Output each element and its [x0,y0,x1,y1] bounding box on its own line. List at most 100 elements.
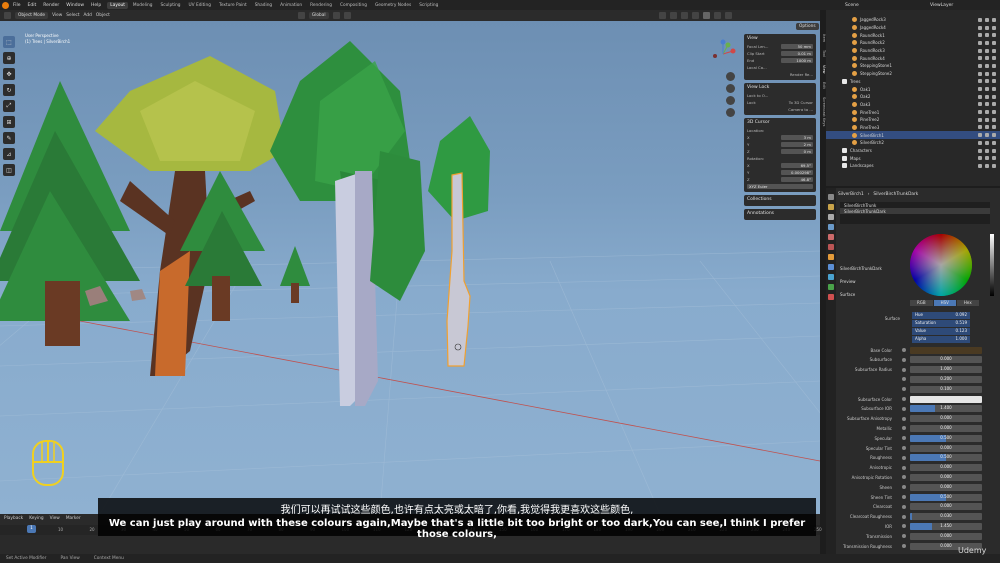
checkbox-icon[interactable] [978,25,982,30]
param-value-field[interactable]: 0.100 [910,385,982,393]
checkbox-icon[interactable] [978,117,982,122]
camera-icon[interactable] [992,25,996,30]
particles-tab-icon[interactable] [828,274,834,280]
socket-icon[interactable] [902,514,906,519]
cursor-y-field[interactable]: 2 m [781,142,813,147]
eye-icon[interactable] [985,133,989,138]
camera-icon[interactable] [992,71,996,76]
outliner-row[interactable]: JaggedRock3 [826,16,1000,24]
socket-icon[interactable] [902,357,906,362]
param-value-field[interactable]: 0.000 [910,444,982,452]
output-tab-icon[interactable] [828,214,834,220]
annotate-tool[interactable]: ✎ [3,132,15,144]
scene-tab-icon[interactable] [828,234,834,240]
eye-icon[interactable] [985,110,989,115]
checkbox-icon[interactable] [978,63,982,68]
eye-icon[interactable] [985,140,989,145]
timeline-menu-keying[interactable]: Keying [29,516,43,521]
camera-icon[interactable] [992,94,996,99]
outliner-row[interactable]: Oak3 [826,101,1000,109]
view-menu[interactable]: View [52,13,62,18]
rotation-mode-dropdown[interactable]: XYZ Euler [747,184,813,189]
eye-icon[interactable] [985,125,989,130]
outliner-row[interactable]: SilverBirch1 [826,131,1000,139]
tab-tool[interactable]: Tool [818,50,826,57]
eye-icon[interactable] [985,79,989,84]
eye-icon[interactable] [985,17,989,22]
socket-icon[interactable] [902,465,906,470]
outliner-row[interactable]: Characters [826,147,1000,155]
socket-icon[interactable] [902,504,906,509]
eye-icon[interactable] [985,63,989,68]
preview-panel-header[interactable]: Preview [840,279,910,284]
param-value-field[interactable]: 0.200 [910,375,982,383]
view-layer-tab-icon[interactable] [828,224,834,230]
param-value-field[interactable]: 0.030 [910,513,982,521]
visibility-icon[interactable] [658,12,666,19]
physics-tab-icon[interactable] [828,284,834,290]
checkbox-icon[interactable] [978,94,982,99]
checkbox-icon[interactable] [978,17,982,22]
render-region-checkbox[interactable]: Render Re... [790,72,813,77]
transform-pivot-icon[interactable] [297,12,305,19]
socket-icon[interactable] [902,485,906,490]
add-cube-tool[interactable]: ◫ [3,164,15,176]
eye-icon[interactable] [985,156,989,161]
workspace-tab-animation[interactable]: Animation [277,2,305,9]
hsv-field-saturation[interactable]: Saturation 0.519 [912,320,970,327]
snap-icon[interactable] [332,12,340,19]
socket-icon[interactable] [902,387,906,392]
camera-icon[interactable] [992,133,996,138]
timeline-menu-view[interactable]: View [50,516,60,521]
transform-tool[interactable]: ⊞ [3,116,15,128]
viewlayer-selector[interactable]: ViewLayer [930,0,953,10]
socket-icon[interactable] [902,524,906,529]
tool-tab-icon[interactable] [828,194,834,200]
outliner-row[interactable]: Landscapes [826,162,1000,170]
eye-icon[interactable] [985,148,989,153]
eye-icon[interactable] [985,87,989,92]
outliner-row[interactable]: SilverBirch2 [826,139,1000,147]
socket-icon[interactable] [902,367,906,372]
outliner-row[interactable]: Trees [826,78,1000,86]
param-value-field[interactable]: 1.450 [910,522,982,530]
param-value-field[interactable]: 0.000 [910,356,982,364]
workspace-tab-rendering[interactable]: Rendering [307,2,335,9]
hsv-field-hue[interactable]: Hue 0.092 [912,312,970,319]
hsv-field-value[interactable]: Value 0.123 [912,328,970,335]
to-3d-cursor-checkbox[interactable]: To 3D Cursor [789,100,813,105]
outliner-row[interactable]: RoundRock1 [826,31,1000,39]
menu-help[interactable]: Help [91,3,101,8]
camera-icon[interactable] [992,110,996,115]
tab-hex[interactable]: Hex [956,300,979,306]
camera-icon[interactable] [992,148,996,153]
select-box-tool[interactable]: ⬚ [3,36,15,48]
scene-selector[interactable]: Scene [845,0,859,10]
camera-to-view-checkbox[interactable]: Camera to ... [788,107,813,112]
collections-header[interactable]: Collections [747,197,813,202]
object-menu[interactable]: Object [96,13,110,18]
eye-icon[interactable] [985,56,989,61]
checkbox-icon[interactable] [978,133,982,138]
checkbox-icon[interactable] [978,102,982,107]
socket-icon[interactable] [902,446,906,450]
outliner-row[interactable]: PineTree2 [826,116,1000,124]
socket-icon[interactable] [902,348,906,352]
select-menu[interactable]: Select [66,13,79,18]
socket-icon[interactable] [902,436,906,441]
param-value-field[interactable]: 0.500 [910,434,982,442]
viewlayer-label[interactable]: ViewLayer [930,3,953,8]
checkbox-icon[interactable] [978,148,982,153]
socket-icon[interactable] [902,426,906,431]
shading-material-icon[interactable] [713,12,721,19]
checkbox-icon[interactable] [978,140,982,145]
timeline-menu-playback[interactable]: Playback [4,516,23,521]
camera-view-icon[interactable] [726,96,735,105]
world-tab-icon[interactable] [828,244,834,250]
cursor-ry-field[interactable]: 0.000298° [781,170,813,175]
eye-icon[interactable] [985,40,989,45]
param-value-field[interactable]: 0.500 [910,454,982,462]
param-value-field[interactable] [910,346,982,354]
perspective-toggle-icon[interactable] [726,108,735,117]
socket-icon[interactable] [902,475,906,480]
